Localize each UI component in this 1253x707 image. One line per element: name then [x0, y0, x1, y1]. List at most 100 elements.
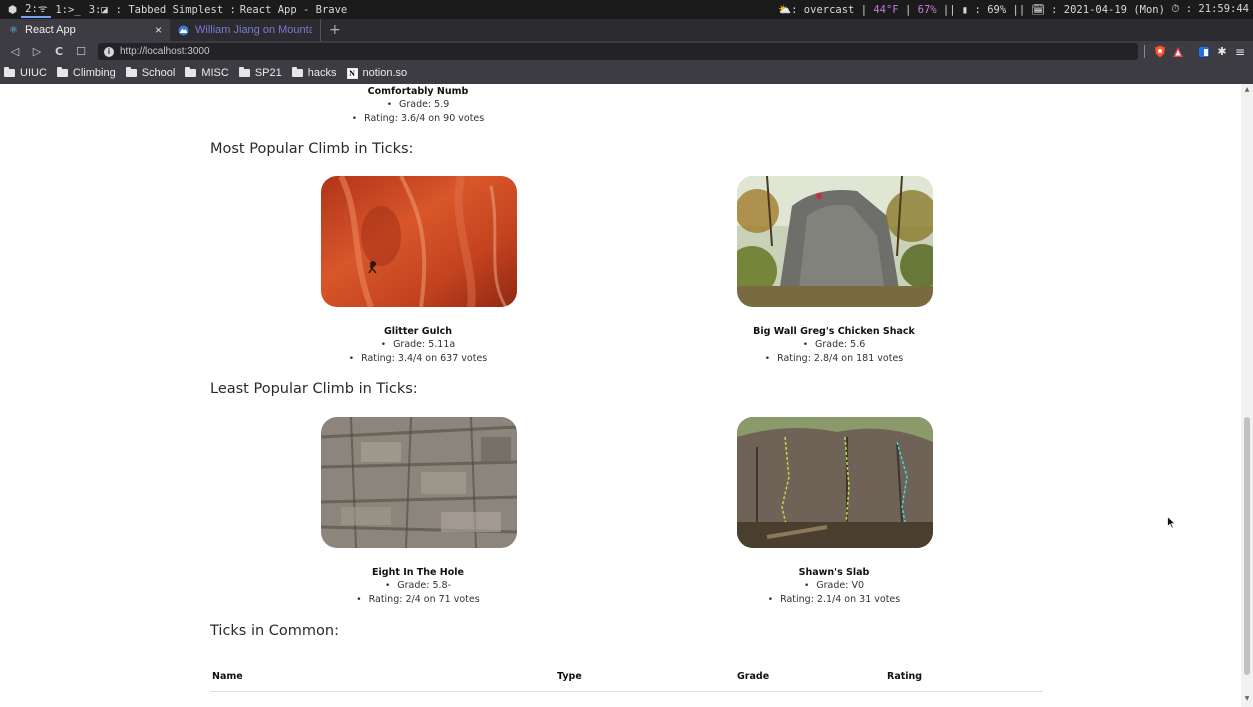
bookmark-button[interactable]: ☐	[70, 41, 92, 62]
climb-photo-eight-in-the-hole[interactable]	[321, 417, 517, 548]
folder-icon	[56, 67, 68, 77]
site-info-icon[interactable]: i	[104, 46, 114, 57]
close-tab-icon[interactable]: ×	[155, 23, 162, 37]
react-icon: ⚛	[9, 24, 18, 36]
bookmark-notion[interactable]: Nnotion.so	[346, 67, 408, 79]
climb-rating: Rating: 2.8/4 on 181 votes	[684, 352, 984, 366]
climb-card-shawns-slab: Shawn's Slab Grade: V0 Rating: 2.1/4 on …	[684, 567, 984, 607]
new-tab-button[interactable]: +	[320, 19, 349, 41]
status-separator: ||	[1012, 3, 1026, 16]
column-header-name[interactable]: Name	[212, 671, 243, 682]
tab-react-app[interactable]: ⚛ React App ×	[0, 19, 170, 41]
bookmark-uiuc[interactable]: UIUC	[4, 67, 47, 79]
menu-icon[interactable]: ≡	[1233, 45, 1247, 59]
column-header-grade[interactable]: Grade	[737, 671, 769, 682]
workspace-2[interactable]: 2:ᯤ	[21, 2, 52, 18]
tab-strip: ⚛ React App × William Jiang on Mountain …	[0, 19, 1253, 41]
extension-icon[interactable]	[1197, 45, 1211, 59]
climb-name[interactable]: Glitter Gulch	[268, 326, 568, 338]
workspace-1[interactable]: 1:>_	[51, 4, 84, 16]
page-viewport: Comfortably Numb Grade: 5.9 Rating: 3.6/…	[0, 84, 1253, 707]
bookmark-label: hacks	[307, 67, 337, 79]
bookmarks-bar: UIUC Climbing School MISC SP21 hacks Nno…	[0, 62, 1253, 84]
climb-grade: Grade: 5.11a	[268, 338, 568, 352]
climb-photo-glitter-gulch[interactable]	[321, 176, 517, 307]
tab-label: React App	[25, 24, 76, 36]
forward-button[interactable]: ▷	[26, 41, 48, 62]
back-button[interactable]: ◁	[4, 41, 26, 62]
status-separator: |	[904, 3, 912, 16]
scrollbar-thumb[interactable]	[1244, 417, 1250, 675]
date-status: 🗓 : 2021-04-19 (Mon)	[1031, 4, 1165, 16]
climb-name[interactable]: Shawn's Slab	[684, 567, 984, 579]
folder-icon	[185, 67, 197, 77]
table-row[interactable]	[210, 692, 1043, 707]
climb-rating: Rating: 2.1/4 on 31 votes	[684, 593, 984, 607]
bookmark-label: UIUC	[20, 67, 47, 79]
climb-name[interactable]: Eight In The Hole	[268, 567, 568, 579]
climb-grade: Grade: 5.6	[684, 338, 984, 352]
window-title-app: React App - Brave	[239, 3, 348, 16]
scroll-up-icon[interactable]: ▲	[1241, 86, 1253, 96]
reload-button[interactable]: C	[48, 41, 70, 62]
workspace-3[interactable]: 3:◪	[85, 4, 112, 16]
column-header-type[interactable]: Type	[557, 671, 582, 682]
ticks-in-common-heading: Ticks in Common:	[210, 623, 339, 639]
bookmark-label: MISC	[201, 67, 229, 79]
url-text: http://localhost:3000	[120, 46, 210, 57]
bookmark-school[interactable]: School	[125, 67, 175, 79]
mouse-cursor-icon	[1167, 516, 1176, 529]
mountain-project-icon	[178, 25, 189, 36]
climb-rating: Rating: 3.4/4 on 637 votes	[268, 352, 568, 366]
status-separator: ||	[942, 3, 956, 16]
bookmark-hacks[interactable]: hacks	[291, 67, 337, 79]
bookmark-label: notion.so	[362, 67, 408, 79]
folder-icon	[125, 67, 137, 77]
climb-rating: Rating: 2/4 on 71 votes	[268, 593, 568, 607]
scroll-down-icon[interactable]: ▼	[1241, 695, 1253, 705]
temperature-status: 44°F	[873, 3, 899, 16]
climb-card-eight-in-the-hole: Eight In The Hole Grade: 5.8- Rating: 2/…	[268, 567, 568, 607]
climb-photo-big-wall-greg[interactable]	[737, 176, 933, 307]
bookmark-label: SP21	[254, 67, 282, 79]
bookmark-label: Climbing	[72, 67, 116, 79]
tab-mountain-project[interactable]: William Jiang on Mountain Proj	[170, 19, 320, 41]
window-title-prefix: : Tabbed Simplest :	[115, 3, 236, 16]
climb-rating: Rating: 3.6/4 on 90 votes	[268, 112, 568, 126]
divider	[1144, 45, 1145, 58]
climb-photo-shawns-slab[interactable]	[737, 417, 933, 548]
bookmark-misc[interactable]: MISC	[185, 67, 229, 79]
memory-status: 67%	[917, 3, 937, 16]
battery-status: ▮ : 69%	[961, 3, 1007, 16]
table-header-row: Name Type Grade Rating	[210, 662, 1043, 692]
least-popular-heading: Least Popular Climb in Ticks:	[210, 381, 418, 397]
bookmark-climbing[interactable]: Climbing	[56, 67, 116, 79]
folder-icon	[4, 67, 15, 77]
navigation-bar: ◁ ▷ C ☐ i http://localhost:3000 ✱ ≡	[0, 41, 1253, 62]
address-bar[interactable]: i http://localhost:3000	[98, 43, 1138, 60]
brave-shields-icon[interactable]	[1153, 45, 1167, 59]
window-manager-bar: ⬢ 2:ᯤ 1:>_ 3:◪ : Tabbed Simplest : React…	[0, 0, 1253, 19]
most-popular-heading: Most Popular Climb in Ticks:	[210, 141, 414, 157]
weather-status: ⛅: overcast	[778, 4, 855, 16]
brave-rewards-icon[interactable]	[1171, 45, 1185, 59]
climb-card-big-wall-greg: Big Wall Greg's Chicken Shack Grade: 5.6…	[684, 326, 984, 366]
climb-grade: Grade: 5.8-	[268, 579, 568, 593]
page-scrollbar[interactable]: ▲ ▼	[1241, 84, 1253, 707]
tab-label: William Jiang on Mountain Proj	[195, 24, 312, 36]
column-header-rating[interactable]: Rating	[887, 671, 922, 682]
climb-card-glitter-gulch: Glitter Gulch Grade: 5.11a Rating: 3.4/4…	[268, 326, 568, 366]
puzzle-icon[interactable]: ✱	[1215, 45, 1229, 59]
folder-icon	[291, 67, 303, 77]
climb-grade: Grade: 5.9	[268, 98, 568, 112]
folder-icon	[238, 67, 250, 77]
climb-card-comfortably-numb: Comfortably Numb Grade: 5.9 Rating: 3.6/…	[268, 86, 568, 126]
climb-name[interactable]: Comfortably Numb	[268, 86, 568, 98]
climb-name[interactable]: Big Wall Greg's Chicken Shack	[684, 326, 984, 338]
climb-grade: Grade: V0	[684, 579, 984, 593]
time-status: ⏱ : 21:59:44	[1171, 3, 1249, 15]
workspace-launcher-icon[interactable]: ⬢	[4, 4, 21, 16]
notion-icon: N	[346, 67, 358, 79]
ticks-table: Name Type Grade Rating	[210, 662, 1043, 707]
bookmark-sp21[interactable]: SP21	[238, 67, 282, 79]
